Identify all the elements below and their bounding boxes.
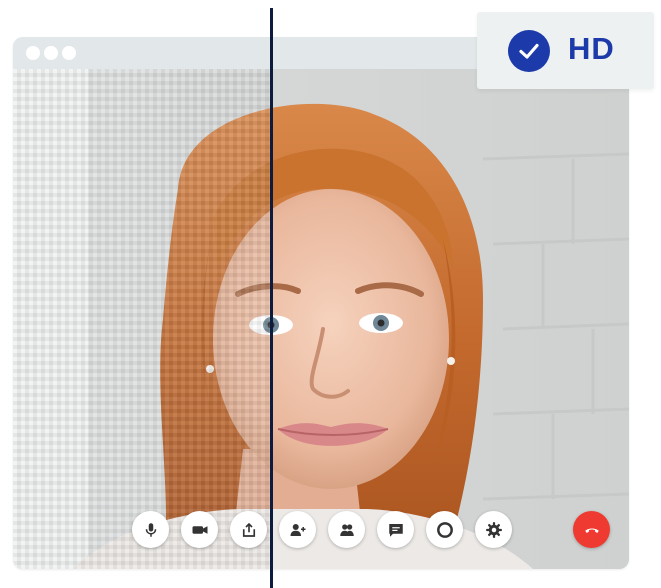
add-person-icon bbox=[290, 523, 305, 536]
camera-button[interactable] bbox=[181, 511, 218, 548]
record-button[interactable] bbox=[426, 511, 463, 548]
share-icon bbox=[242, 522, 255, 537]
chat-icon bbox=[388, 523, 403, 537]
chat-button[interactable] bbox=[377, 511, 414, 548]
window-dot[interactable] bbox=[44, 46, 58, 60]
pixelated-half-overlay bbox=[13, 69, 271, 569]
comparison-divider-line[interactable] bbox=[270, 8, 273, 588]
share-screen-button[interactable] bbox=[230, 511, 267, 548]
hd-badge: HD bbox=[477, 12, 654, 89]
video-call-window bbox=[13, 37, 629, 569]
settings-button[interactable] bbox=[475, 511, 512, 548]
microphone-button[interactable] bbox=[132, 511, 169, 548]
hang-up-icon bbox=[584, 528, 599, 533]
hd-label: HD bbox=[568, 31, 615, 66]
video-feed bbox=[13, 69, 629, 569]
gear-icon bbox=[485, 521, 502, 538]
end-call-button[interactable] bbox=[573, 511, 610, 548]
record-icon bbox=[436, 521, 453, 538]
microphone-icon bbox=[145, 522, 156, 537]
window-dot[interactable] bbox=[26, 46, 40, 60]
participants-button[interactable] bbox=[328, 511, 365, 548]
window-dot[interactable] bbox=[62, 46, 76, 60]
checkmark-icon bbox=[508, 30, 550, 72]
people-icon bbox=[339, 523, 354, 536]
video-camera-icon bbox=[192, 525, 207, 534]
add-participant-button[interactable] bbox=[279, 511, 316, 548]
